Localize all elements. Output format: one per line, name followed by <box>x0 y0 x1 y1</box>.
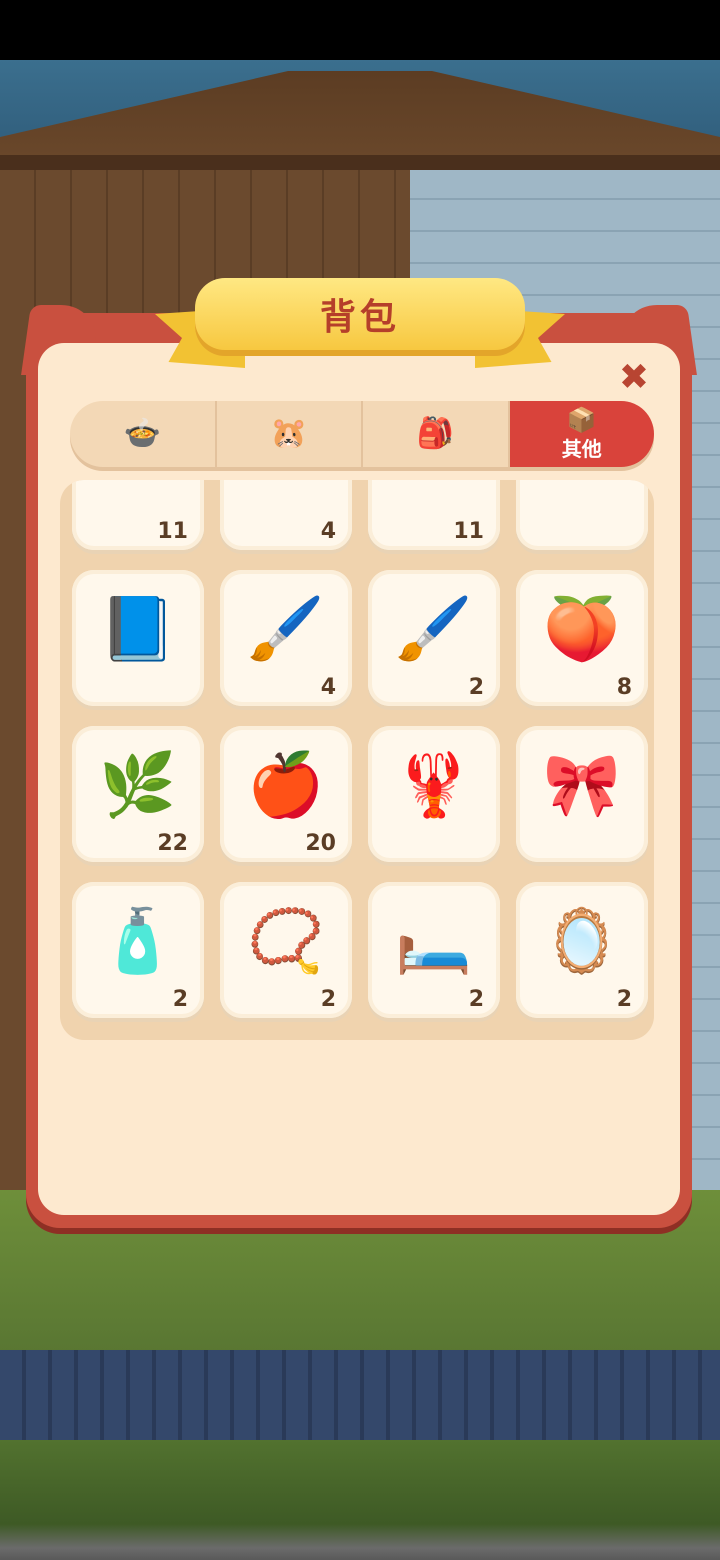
road <box>0 1440 720 1560</box>
item-count: 20 <box>305 831 336 856</box>
peach-icon: 🍑 <box>543 592 621 665</box>
item-count: 2 <box>468 987 484 1012</box>
item-count: 2 <box>468 675 484 700</box>
tab-other-label: 其他 <box>561 436 602 461</box>
item-slot[interactable]: 🥭 11 <box>368 480 500 550</box>
water-bottle-icon: 🧴 <box>99 904 177 977</box>
item-count: 2 <box>616 987 632 1012</box>
misc-box-icon: 📦 <box>566 405 597 434</box>
item-slot[interactable]: 🍑 8 <box>516 570 648 706</box>
item-slot[interactable]: 🖌️ 2 <box>368 570 500 706</box>
item-slot[interactable]: 🧴 2 <box>72 882 204 1018</box>
item-slot[interactable]: 🦞 <box>368 726 500 862</box>
chinese-knot-icon: 🎀 <box>543 748 621 821</box>
item-count: 4 <box>320 675 336 700</box>
hamster-icon: 🐹 <box>270 416 308 451</box>
ribbon-banner: 背包 <box>195 278 525 356</box>
tab-other[interactable]: 📦 其他 <box>509 401 654 467</box>
item-count: 11 <box>157 519 188 544</box>
pet-food-icon: 🍲 <box>123 416 161 451</box>
item-count: 2 <box>172 987 188 1012</box>
item-slot[interactable]: 📿 2 <box>220 882 352 1018</box>
item-slot[interactable]: 📘 <box>72 570 204 706</box>
item-count: 2 <box>320 987 336 1012</box>
roof <box>0 60 720 137</box>
item-count: 8 <box>616 675 632 700</box>
paw-book-icon: 📘 <box>99 592 177 665</box>
item-count: 11 <box>453 519 484 544</box>
claw-necklace-icon: 📿 <box>247 904 325 977</box>
tab-treat-bag[interactable]: 🎒 <box>363 401 510 467</box>
item-slot[interactable]: 🎀 <box>516 726 648 862</box>
item-count: 4 <box>320 519 336 544</box>
blue-fence <box>0 1350 720 1440</box>
yellow-paint-brush-icon: 🖌️ <box>395 592 473 665</box>
tab-pet-food[interactable]: 🍲 <box>70 401 217 467</box>
item-slot[interactable]: 🌿 22 <box>72 726 204 862</box>
compact-mirror-icon: 🪞 <box>543 904 621 977</box>
lobster-pendant-icon: 🦞 <box>395 748 473 821</box>
apple-icon: 🍎 <box>247 748 325 821</box>
category-tabs: 🍲 🐹 🎒 📦 其他 <box>70 401 654 467</box>
page-title: 背包 <box>319 297 400 338</box>
item-slot[interactable]: 🃏 4 <box>220 480 352 550</box>
close-bone-icon: ✖ <box>618 357 650 398</box>
item-slot[interactable]: 🛏️ 2 <box>368 882 500 1018</box>
item-slot[interactable]: 🪞 2 <box>516 882 648 1018</box>
herb-leaves-icon: 🌿 <box>99 748 177 821</box>
item-slot[interactable]: 🖌️ 4 <box>220 570 352 706</box>
item-slot[interactable]: 🍎 20 <box>220 726 352 862</box>
title-ribbon: 背包 <box>155 278 565 378</box>
item-slot[interactable]: 🏵️ <box>516 480 648 550</box>
close-button[interactable]: ✖ <box>612 356 656 400</box>
treat-bag-icon: 🎒 <box>416 416 454 451</box>
tab-hamster[interactable]: 🐹 <box>217 401 363 467</box>
item-grid: 🖌️ 11 🃏 4 🥭 11 🏵️ 📘 🖌️ 4 🖌️ 2 🍑 8 🌿 22 🍎… <box>60 480 654 1040</box>
pink-pet-bed-icon: 🛏️ <box>395 904 473 977</box>
green-paint-brush-icon: 🖌️ <box>247 592 325 665</box>
item-slot[interactable]: 🖌️ 11 <box>72 480 204 550</box>
item-count: 22 <box>157 831 188 856</box>
